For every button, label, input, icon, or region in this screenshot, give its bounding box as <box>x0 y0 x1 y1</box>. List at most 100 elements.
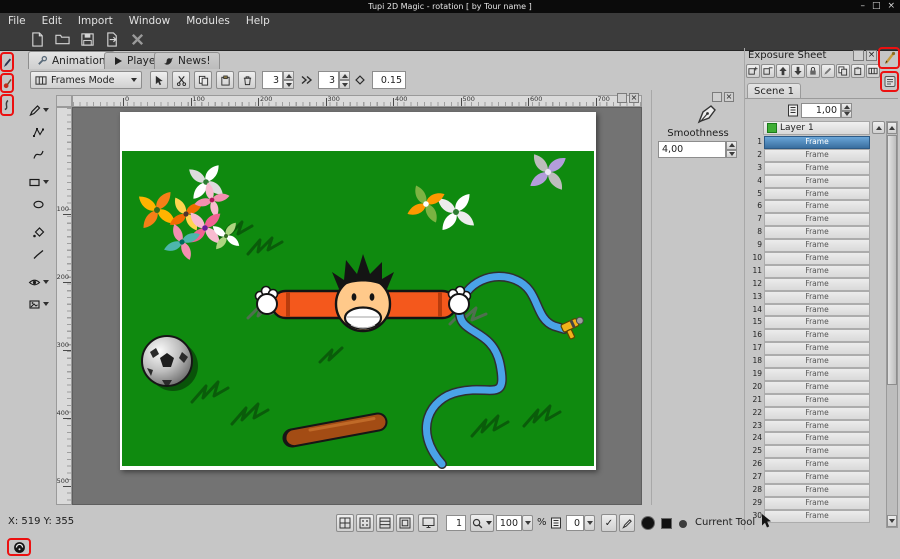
menu-help[interactable]: Help <box>238 13 278 29</box>
spacing-value[interactable]: 3 <box>262 71 283 89</box>
rename-frame-button[interactable] <box>821 64 835 78</box>
menu-modules[interactable]: Modules <box>178 13 238 29</box>
export-project-button[interactable] <box>103 31 121 49</box>
fps-value[interactable]: 3 <box>318 71 339 89</box>
frames-mode-select[interactable]: Frames Mode <box>30 71 142 89</box>
safe-area-button[interactable] <box>396 514 414 532</box>
frames-count-spinner[interactable]: 1,00 <box>801 103 852 118</box>
add-frame-button[interactable] <box>746 64 760 78</box>
delete-frame-button[interactable] <box>238 71 256 89</box>
save-project-button[interactable] <box>78 31 96 49</box>
select-frames-button[interactable] <box>150 71 168 89</box>
tab-animation[interactable]: Animation <box>28 51 115 69</box>
move-frame-up-button[interactable] <box>776 64 790 78</box>
smoothness-spinner[interactable]: 4,00 <box>658 141 737 158</box>
new-project-button[interactable] <box>28 31 46 49</box>
line-tool[interactable] <box>26 244 50 264</box>
polyline-tool[interactable] <box>26 122 50 142</box>
spin-down-icon[interactable] <box>841 111 852 119</box>
tool-options-float-icon[interactable] <box>712 92 722 102</box>
frame-number-field[interactable]: 1 <box>446 515 466 531</box>
frame-cell[interactable]: Frame <box>764 471 870 484</box>
dock-list-button[interactable] <box>884 75 896 88</box>
copy-frame-button[interactable] <box>836 64 850 78</box>
frame-cell[interactable]: Frame <box>764 252 870 265</box>
scene-tab[interactable]: Scene 1 <box>747 83 801 99</box>
spin-down-icon[interactable] <box>339 80 350 89</box>
scroll-up-icon[interactable] <box>887 122 897 134</box>
frame-cell[interactable]: Frame <box>764 213 870 226</box>
onion-factor-button[interactable] <box>354 74 366 86</box>
frame-cell[interactable]: Frame <box>764 355 870 368</box>
spin-up-icon[interactable] <box>726 141 737 150</box>
tab-news[interactable]: News! <box>154 52 220 69</box>
show-dots-grid-button[interactable] <box>356 514 374 532</box>
frame-cell[interactable]: Frame <box>764 342 870 355</box>
frame-cell[interactable]: Frame <box>764 394 870 407</box>
frame-cell[interactable]: Frame <box>764 407 870 420</box>
frames-count-value[interactable]: 1,00 <box>801 103 841 118</box>
smoothness-value[interactable]: 4,00 <box>658 141 726 158</box>
ellipse-tool[interactable] <box>26 194 50 214</box>
step-value-field[interactable]: 0.15 <box>372 71 406 89</box>
image-tool[interactable] <box>26 294 50 314</box>
pencil-tool[interactable] <box>26 100 50 120</box>
frame-cell[interactable]: Frame <box>764 265 870 278</box>
frame-cell[interactable]: Frame <box>764 445 870 458</box>
side-dock-curve-button[interactable] <box>3 99 12 111</box>
frame-cell[interactable]: Frame <box>764 175 870 188</box>
exposure-close-icon[interactable]: × <box>866 50 877 61</box>
open-project-button[interactable] <box>53 31 71 49</box>
remove-frame-button[interactable] <box>761 64 775 78</box>
frame-cell[interactable]: Frame <box>764 304 870 317</box>
exposure-scrollbar[interactable] <box>886 121 898 528</box>
background-color-swatch[interactable] <box>679 520 687 528</box>
stroke-color-swatch[interactable] <box>641 516 655 530</box>
rectangle-tool[interactable] <box>26 172 50 192</box>
show-lines-button[interactable] <box>376 514 394 532</box>
onion-skin-field[interactable]: 0 <box>566 515 584 531</box>
pen-options-button[interactable] <box>619 514 635 532</box>
spline-tool[interactable] <box>26 144 50 164</box>
confirm-toggle-button[interactable]: ✓ <box>601 514 617 532</box>
layer-header[interactable]: Layer 1 <box>763 121 870 135</box>
spin-up-icon[interactable] <box>841 103 852 111</box>
exposure-float-icon[interactable] <box>853 50 864 61</box>
frame-cell[interactable]: Frame <box>764 200 870 213</box>
minimize-button[interactable]: – <box>860 0 865 13</box>
hand-dock-button[interactable] <box>12 541 27 554</box>
fps-spinner[interactable]: 3 <box>318 71 350 89</box>
frame-cell[interactable]: Frame <box>764 381 870 394</box>
lock-frame-button[interactable] <box>806 64 820 78</box>
close-button[interactable]: × <box>887 0 895 13</box>
frame-cell[interactable]: Frame <box>764 432 870 445</box>
spacing-spinner[interactable]: 3 <box>262 71 294 89</box>
spin-down-icon[interactable] <box>726 150 737 159</box>
cut-frame-button[interactable] <box>172 71 190 89</box>
frame-cell[interactable]: Frame <box>764 291 870 304</box>
drawing-canvas[interactable] <box>120 112 596 470</box>
canvas-float-icon[interactable] <box>617 93 627 103</box>
side-dock-pencil-button[interactable] <box>3 57 12 68</box>
frame-cell[interactable]: Frame <box>764 226 870 239</box>
scrollbar-thumb[interactable] <box>887 135 897 385</box>
side-dock-brush-button[interactable] <box>3 78 12 89</box>
maximize-button[interactable]: □ <box>872 0 881 13</box>
onion-dropdown-button[interactable] <box>584 515 595 531</box>
frame-cell[interactable]: Frame <box>764 149 870 162</box>
zoom-value-field[interactable]: 100 <box>496 515 522 531</box>
layer-scroll-up-button[interactable] <box>872 121 885 134</box>
frame-cell[interactable]: Frame <box>764 162 870 175</box>
v-ruler[interactable]: 100200300400500 <box>56 107 72 505</box>
frame-cell[interactable]: Frame <box>764 510 870 523</box>
spin-up-icon[interactable] <box>339 71 350 80</box>
frame-cell[interactable]: Frame <box>764 278 870 291</box>
menu-window[interactable]: Window <box>121 13 178 29</box>
move-frame-down-button[interactable] <box>791 64 805 78</box>
paste-frame-button[interactable] <box>851 64 865 78</box>
menu-import[interactable]: Import <box>70 13 121 29</box>
h-ruler[interactable]: 0100200300400500600700 <box>72 95 642 107</box>
zoom-dropdown-button[interactable] <box>522 515 533 531</box>
dock-brush-button[interactable] <box>883 51 896 65</box>
frame-cell[interactable]: Frame <box>764 188 870 201</box>
